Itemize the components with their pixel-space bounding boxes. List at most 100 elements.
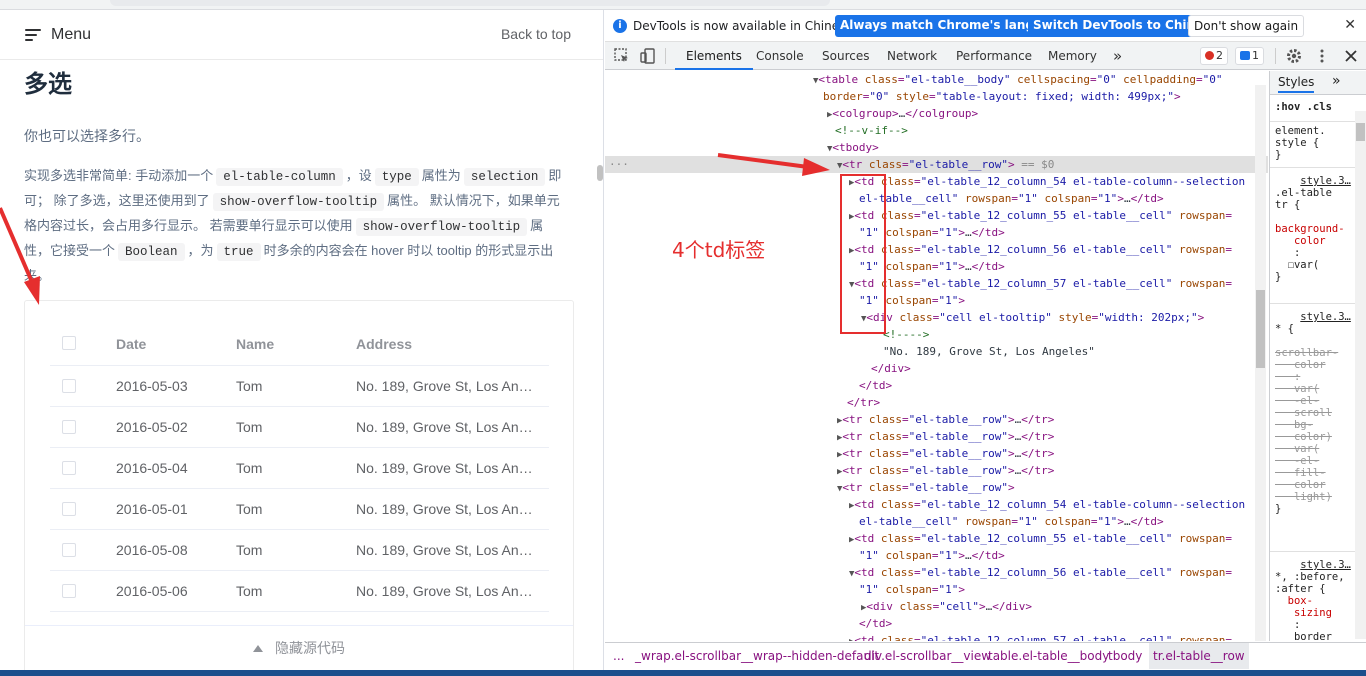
breadcrumb-item[interactable]: tbody xyxy=(1108,643,1142,669)
error-count-badge[interactable]: 2 xyxy=(1200,47,1228,65)
table-row[interactable]: 2016-05-02 Tom No. 189, Grove St, Los An… xyxy=(50,407,549,448)
breadcrumb-item[interactable]: div.el-scrollbar__view xyxy=(864,643,991,669)
annotation-label: 4个td标签 xyxy=(672,238,766,262)
row-checkbox[interactable] xyxy=(62,461,76,475)
dom-node: el-table__cell" rowspan="1" colspan="1">… xyxy=(859,192,1164,205)
dom-node[interactable]: ▼<table class="el-table__body" cellspaci… xyxy=(605,71,1268,88)
message-count-badge[interactable]: 1 xyxy=(1235,47,1264,65)
tab-console[interactable]: Console xyxy=(756,42,804,70)
hide-code-button[interactable]: 隐藏源代码 xyxy=(25,625,573,669)
dom-node[interactable]: ▼<div class="cell el-tooltip" style="wid… xyxy=(605,309,1268,326)
table-row[interactable]: 2016-05-08 Tom No. 189, Grove St, Los An… xyxy=(50,530,549,571)
cell-address[interactable]: No. 189, Grove St, Los Angeles xyxy=(356,501,536,517)
cell-address[interactable]: No. 189, Grove St, Los Angeles xyxy=(356,378,536,394)
dont-show-again-button[interactable]: Don't show again xyxy=(1188,15,1305,37)
cell-address[interactable]: No. 189, Grove St, Los Angeles xyxy=(356,583,536,599)
row-checkbox[interactable] xyxy=(62,502,76,516)
table-row[interactable]: 2016-05-03 Tom No. 189, Grove St, Los An… xyxy=(50,366,549,407)
dom-node[interactable]: ▶<td class="el-table_12_column_57 el-tab… xyxy=(605,632,1268,641)
dom-breadcrumb: ... _wrap.el-scrollbar__wrap--hidden-def… xyxy=(605,642,1366,670)
row-checkbox[interactable] xyxy=(62,584,76,598)
hov-cls-toggles[interactable]: :hov .cls xyxy=(1275,101,1332,113)
caret-up-icon xyxy=(253,645,263,652)
dom-node[interactable]: ▶<td class="el-table_12_column_54 el-tab… xyxy=(605,496,1268,513)
styles-scrollbar[interactable] xyxy=(1355,111,1366,639)
breadcrumb-item-active[interactable]: tr.el-table__row xyxy=(1149,643,1249,669)
inspect-icon[interactable] xyxy=(613,47,631,65)
row-checkbox[interactable] xyxy=(62,379,76,393)
table-row[interactable]: 2016-05-04 Tom No. 189, Grove St, Los An… xyxy=(50,448,549,489)
divider xyxy=(1270,303,1366,304)
header-name[interactable]: Name xyxy=(236,336,274,352)
styles-more-button[interactable]: » xyxy=(1332,73,1341,89)
demo-block: Date Name Address 2016-05-03 Tom No. 189… xyxy=(24,300,574,670)
address-bar-edge[interactable] xyxy=(110,0,830,6)
code-snippet: type xyxy=(374,168,419,186)
dom-node[interactable]: ▶<td class="el-table_12_column_55 el-tab… xyxy=(605,207,1268,224)
dom-node[interactable]: ▶<colgroup>…</colgroup> xyxy=(605,105,1268,122)
dom-node-selected[interactable]: ··· ▼<tr class="el-table__row"> == $0 xyxy=(605,156,1268,173)
menu-button[interactable]: Menu xyxy=(25,24,91,46)
header-address[interactable]: Address xyxy=(356,336,536,352)
dom-node[interactable]: ▶<td class="el-table_12_column_55 el-tab… xyxy=(605,530,1268,547)
row-checkbox[interactable] xyxy=(62,420,76,434)
tab-elements[interactable]: Elements xyxy=(675,42,753,70)
breadcrumb-item[interactable]: _wrap.el-scrollbar__wrap--hidden-default xyxy=(635,643,879,669)
elements-scrollbar[interactable] xyxy=(1255,85,1266,641)
style-rule[interactable]: style.3… *, :before, :after { box- sizin… xyxy=(1275,559,1351,641)
dom-node: "1" colspan="1">…</td> xyxy=(859,549,1005,562)
cell-address[interactable]: No. 189, Grove St, Los Angeles xyxy=(356,542,536,558)
tab-network[interactable]: Network xyxy=(887,42,937,70)
info-icon: i xyxy=(613,19,627,33)
header-date[interactable]: Date xyxy=(116,336,146,352)
cell-name: Tom xyxy=(236,378,263,394)
table-header-row: Date Name Address xyxy=(50,323,549,366)
dom-node[interactable]: ▼<tr class="el-table__row"> xyxy=(605,479,1268,496)
cell-date: 2016-05-01 xyxy=(116,501,188,517)
more-tabs-button[interactable]: » xyxy=(1113,42,1122,70)
dom-node[interactable]: ▼<td class="el-table_12_column_56 el-tab… xyxy=(605,564,1268,581)
style-rule[interactable]: element. style { } xyxy=(1275,125,1326,161)
breadcrumb-item[interactable]: table.el-table__body xyxy=(988,643,1109,669)
close-icon[interactable]: ✕ xyxy=(1344,17,1356,33)
dom-node[interactable]: <!--v-if--> xyxy=(605,122,1268,139)
dom-node[interactable]: ▶<div class="cell">…</div> xyxy=(605,598,1268,615)
dom-node[interactable]: ▶<tr class="el-table__row">…</tr> xyxy=(605,462,1268,479)
cell-address[interactable]: No. 189, Grove St, Los Angeles xyxy=(356,460,536,476)
code-snippet: show-overflow-tooltip xyxy=(212,193,385,211)
cell-name: Tom xyxy=(236,583,263,599)
screen: Menu Back to top 多选 你也可以选择多行。 实现多选非常简单: … xyxy=(0,0,1366,676)
dom-node[interactable]: ▼<td class="el-table_12_column_57 el-tab… xyxy=(605,275,1268,292)
dom-node[interactable]: ▶<td class="el-table_12_column_54 el-tab… xyxy=(605,173,1268,190)
dom-node[interactable]: ▶<tr class="el-table__row">…</tr> xyxy=(605,411,1268,428)
dom-node[interactable]: <!----> xyxy=(605,326,1268,343)
scroll-thumb[interactable] xyxy=(1256,290,1265,368)
back-to-top-link[interactable]: Back to top xyxy=(501,26,571,42)
select-all-checkbox[interactable] xyxy=(62,336,76,350)
cell-date: 2016-05-04 xyxy=(116,460,188,476)
tab-sources[interactable]: Sources xyxy=(822,42,869,70)
divider xyxy=(1270,551,1366,552)
close-devtools-icon[interactable] xyxy=(1342,47,1360,65)
gear-icon[interactable] xyxy=(1285,47,1303,65)
dom-node[interactable]: "No. 189, Grove St, Los Angeles" xyxy=(605,343,1268,360)
table-row[interactable]: 2016-05-06 Tom No. 189, Grove St, Los An… xyxy=(50,571,549,612)
style-rule[interactable]: style.3… * { scrollbar- color : var( -el… xyxy=(1275,311,1351,515)
cell-address[interactable]: No. 189, Grove St, Los Angeles xyxy=(356,419,536,435)
breadcrumb-item[interactable]: ... xyxy=(613,643,624,669)
dom-node[interactable]: ▶<tr class="el-table__row">…</tr> xyxy=(605,445,1268,462)
tab-styles[interactable]: Styles xyxy=(1278,75,1315,93)
table-row[interactable]: 2016-05-01 Tom No. 189, Grove St, Los An… xyxy=(50,489,549,530)
dom-node[interactable]: ▼<tbody> xyxy=(605,139,1268,156)
kebab-icon[interactable] xyxy=(1313,47,1331,65)
page-scrollbar[interactable] xyxy=(597,165,603,181)
scroll-thumb[interactable] xyxy=(1356,123,1365,141)
style-rule[interactable]: style.3… .el-table tr { background- colo… xyxy=(1275,175,1351,283)
tab-performance[interactable]: Performance xyxy=(956,42,1032,70)
language-infobar: i DevTools is now available in Chinese! … xyxy=(605,10,1366,42)
dom-node: </tr> xyxy=(847,396,881,409)
tab-memory[interactable]: Memory xyxy=(1048,42,1097,70)
device-icon[interactable] xyxy=(639,47,657,65)
dom-node[interactable]: ▶<tr class="el-table__row">…</tr> xyxy=(605,428,1268,445)
row-checkbox[interactable] xyxy=(62,543,76,557)
